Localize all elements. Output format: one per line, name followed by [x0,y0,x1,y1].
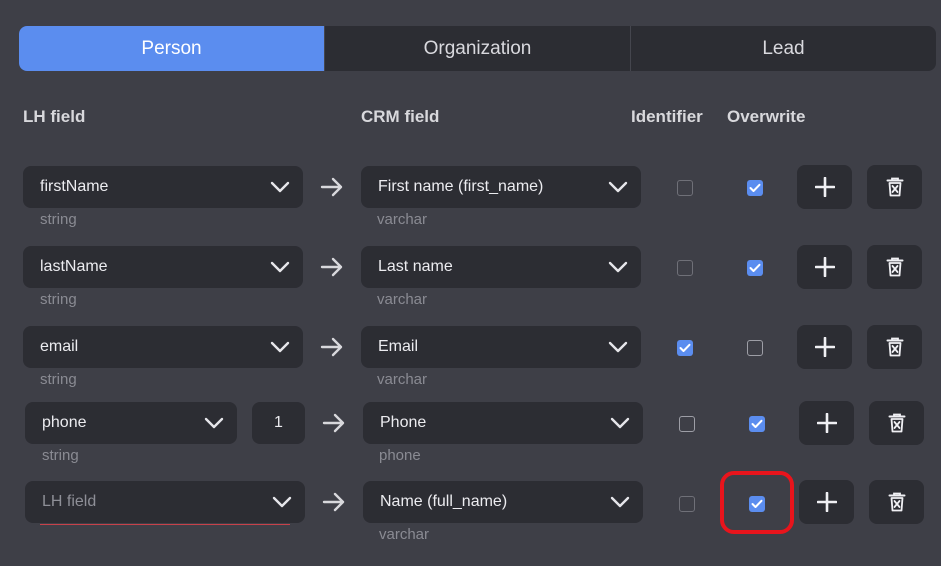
chevron-down-icon [607,340,629,354]
chevron-down-icon [271,495,293,509]
crm-field-value: Email [378,338,419,355]
identifier-checkbox[interactable] [679,416,695,432]
overwrite-header: Overwrite [727,107,806,126]
trash-icon [888,492,905,512]
identifier-checkbox[interactable] [679,496,695,512]
overwrite-checkbox[interactable] [747,180,763,196]
lh-field-type: string [40,291,77,308]
crm-field-type: varchar [377,371,428,388]
lh-field-value: lastName [40,258,108,275]
tab-lead[interactable]: Lead [630,26,936,71]
identifier-header: Identifier [631,107,703,126]
chevron-down-icon [203,416,225,430]
crm-field-select[interactable]: Last name [361,246,641,288]
arrow-right-icon [320,337,343,357]
lh-field-type: string [40,211,77,228]
tab-person[interactable]: Person [19,26,324,71]
lh-field-placeholder: LH field [42,493,97,510]
chevron-down-icon [607,260,629,274]
chevron-down-icon [609,495,631,509]
tab-organization[interactable]: Organization [324,26,630,71]
add-mapping-button[interactable] [797,325,852,369]
checkmark-icon [679,343,691,352]
chevron-down-icon [607,180,629,194]
lh-field-type: string [40,371,77,388]
crm-field-select[interactable]: Email [361,326,641,368]
chevron-down-icon [609,416,631,430]
chevron-down-icon [269,180,291,194]
chevron-down-icon [269,340,291,354]
checkmark-icon [751,419,763,428]
delete-mapping-button[interactable] [867,325,922,369]
lh-field-select[interactable]: LH field [25,481,305,523]
crm-field-type: varchar [377,291,428,308]
add-mapping-button[interactable] [799,401,854,445]
crm-field-select[interactable]: Phone [363,402,643,444]
add-mapping-button[interactable] [797,165,852,209]
crm-field-type: phone [379,447,421,464]
arrow-right-icon [320,177,343,197]
field-index-input[interactable]: 1 [252,402,305,444]
plus-icon [816,413,837,433]
add-mapping-button[interactable] [799,480,854,524]
checkmark-icon [749,183,761,192]
overwrite-checkbox[interactable] [749,496,765,512]
lh-field-select[interactable]: email [23,326,303,368]
lh-field-select[interactable]: phone [25,402,237,444]
crm-field-value: Phone [380,414,427,431]
trash-icon [886,337,903,357]
entity-tabs: Person Organization Lead [19,26,936,71]
checkmark-icon [749,263,761,272]
checkmark-icon [751,499,763,508]
validation-error-underline [40,524,290,525]
add-mapping-button[interactable] [797,245,852,289]
crm-field-value: Name (full_name) [380,493,508,510]
chevron-down-icon [269,260,291,274]
identifier-checkbox[interactable] [677,180,693,196]
crm-field-value: First name (first_name) [378,178,544,195]
lh-field-value: phone [42,414,87,431]
lh-field-select[interactable]: lastName [23,246,303,288]
crm-field-mapping: Person Organization Lead LH field CRM fi… [0,0,941,566]
crm-field-select[interactable]: First name (first_name) [361,166,641,208]
lh-field-type: string [42,447,79,464]
delete-mapping-button[interactable] [869,480,924,524]
identifier-checkbox[interactable] [677,260,693,276]
lh-field-header: LH field [23,107,86,126]
lh-field-select[interactable]: firstName [23,166,303,208]
trash-icon [886,257,903,277]
overwrite-checkbox[interactable] [749,416,765,432]
crm-field-select[interactable]: Name (full_name) [363,481,643,523]
crm-field-header: CRM field [361,107,440,126]
trash-icon [886,177,903,197]
plus-icon [814,337,835,357]
trash-icon [888,413,905,433]
plus-icon [814,257,835,277]
crm-field-type: varchar [377,211,428,228]
crm-field-type: varchar [379,526,430,543]
arrow-right-icon [320,257,343,277]
overwrite-checkbox[interactable] [747,260,763,276]
delete-mapping-button[interactable] [867,165,922,209]
overwrite-checkbox[interactable] [747,340,763,356]
lh-field-value: firstName [40,178,109,195]
lh-field-value: email [40,338,79,355]
plus-icon [816,492,837,512]
delete-mapping-button[interactable] [867,245,922,289]
arrow-right-icon [322,413,345,433]
plus-icon [814,177,835,197]
delete-mapping-button[interactable] [869,401,924,445]
crm-field-value: Last name [378,258,453,275]
arrow-right-icon [322,492,345,512]
identifier-checkbox[interactable] [677,340,693,356]
